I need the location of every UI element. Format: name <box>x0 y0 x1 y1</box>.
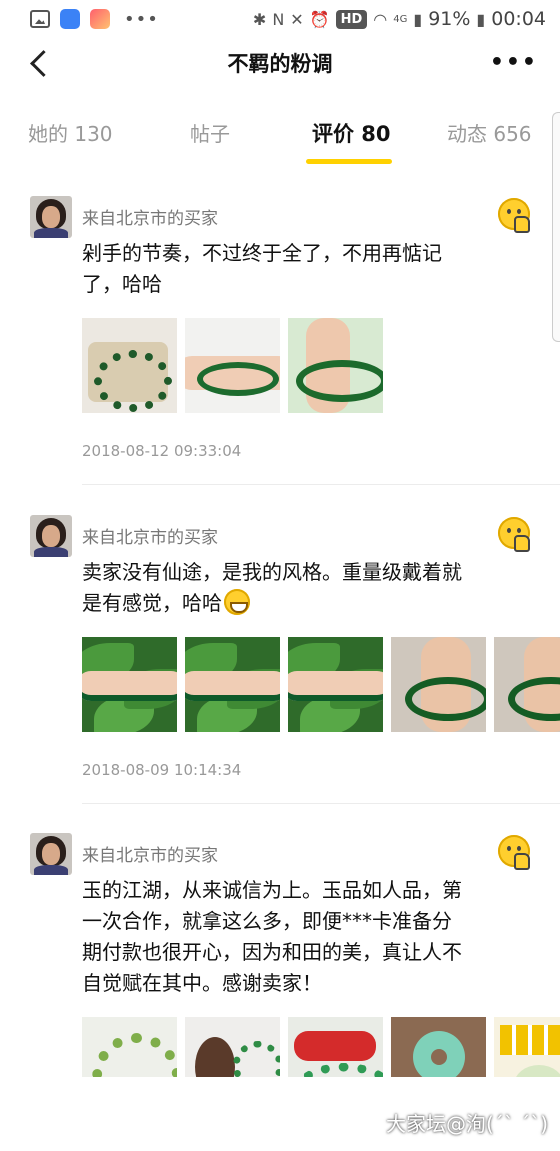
alarm-icon: ⏰ <box>309 9 330 29</box>
review-date: 2018-08-12 09:33:04 <box>82 442 242 460</box>
globe-icon <box>60 9 80 29</box>
review-photo[interactable] <box>82 318 177 413</box>
more-icon[interactable]: ••• <box>490 50 538 75</box>
profile-tabs: 她的 130 帖子 评价 80 动态 656 <box>0 104 560 168</box>
status-bar: ••• ✱ N ✕ ⏰ HD ◠ 4G ▮ 91% ▮ 00:04 <box>0 0 560 38</box>
back-icon[interactable] <box>24 46 54 80</box>
wifi-icon: ◠ <box>373 9 388 29</box>
review-text: 玉的江湖，从来诚信为上。玉品如人品，第 一次合作，就拿这么多，即便***卡准备分… <box>82 878 462 995</box>
network-type: 4G <box>393 13 408 25</box>
review-photos <box>82 1017 560 1077</box>
avatar[interactable] <box>30 515 72 557</box>
avatar[interactable] <box>30 196 72 238</box>
clock: 00:04 <box>491 8 546 30</box>
review-date: 2018-08-09 10:14:34 <box>82 761 242 779</box>
nav-header: 不羁的粉调 ••• <box>0 38 560 88</box>
review-photo[interactable] <box>288 1017 383 1077</box>
photo-icon <box>30 10 50 28</box>
battery-icon: ▮ <box>476 9 486 29</box>
review-photo[interactable] <box>494 637 560 732</box>
review-photo[interactable] <box>185 1017 280 1077</box>
battery-percent: 91% <box>428 8 471 30</box>
grin-emoji-icon <box>224 589 250 615</box>
review-photos <box>82 318 383 413</box>
review-photo[interactable] <box>288 318 383 413</box>
mute-icon: ✕ <box>290 9 304 29</box>
review-photo[interactable] <box>82 637 177 732</box>
page-title: 不羁的粉调 <box>227 52 333 76</box>
more-notifications-icon: ••• <box>124 8 159 30</box>
review-text: 卖家没有仙途，是我的风格。重量级戴着就 是有感觉，哈哈 <box>82 560 462 615</box>
reviewer-name: 来自北京市的买家 <box>82 528 218 548</box>
avatar[interactable] <box>30 833 72 875</box>
signal-icon: ▮ <box>413 9 423 29</box>
review-photo[interactable] <box>185 637 280 732</box>
scroll-indicator[interactable] <box>552 112 560 342</box>
reviewer-name: 来自北京市的买家 <box>82 846 218 866</box>
tab-activity[interactable]: 动态 656 <box>447 118 532 147</box>
tab-reviews[interactable]: 评价 80 <box>312 118 391 148</box>
active-tab-indicator <box>306 159 392 164</box>
reviewer-name: 来自北京市的买家 <box>82 209 218 229</box>
bluetooth-icon: ✱ <box>252 9 267 29</box>
tab-posts[interactable]: 帖子 <box>190 118 230 147</box>
system-icons: ✱ N ✕ ⏰ HD ◠ 4G ▮ 91% ▮ 00:04 <box>253 8 546 30</box>
review-photo[interactable] <box>391 1017 486 1077</box>
divider <box>82 803 560 804</box>
review-photo[interactable] <box>391 637 486 732</box>
review-photo[interactable] <box>288 637 383 732</box>
nfc-icon: N <box>272 9 285 29</box>
thumbs-up-emoji-icon <box>498 835 530 870</box>
review-photo[interactable] <box>82 1017 177 1077</box>
thumbs-up-emoji-icon <box>498 198 530 233</box>
thumbs-up-emoji-icon <box>498 517 530 552</box>
notification-icons: ••• <box>30 9 159 30</box>
watermark: 大家坛@洵(ˊˋ ˊˋ) <box>386 1112 548 1136</box>
review-photo[interactable] <box>494 1017 560 1077</box>
review-photo[interactable] <box>185 318 280 413</box>
hd-badge: HD <box>335 9 368 29</box>
review-text: 剁手的节奏，不过终于全了，不用再惦记 了，哈哈 <box>82 241 442 296</box>
divider <box>82 484 560 485</box>
app-icon <box>90 9 110 29</box>
tab-hers[interactable]: 她的 130 <box>28 118 113 147</box>
review-photos <box>82 637 560 732</box>
